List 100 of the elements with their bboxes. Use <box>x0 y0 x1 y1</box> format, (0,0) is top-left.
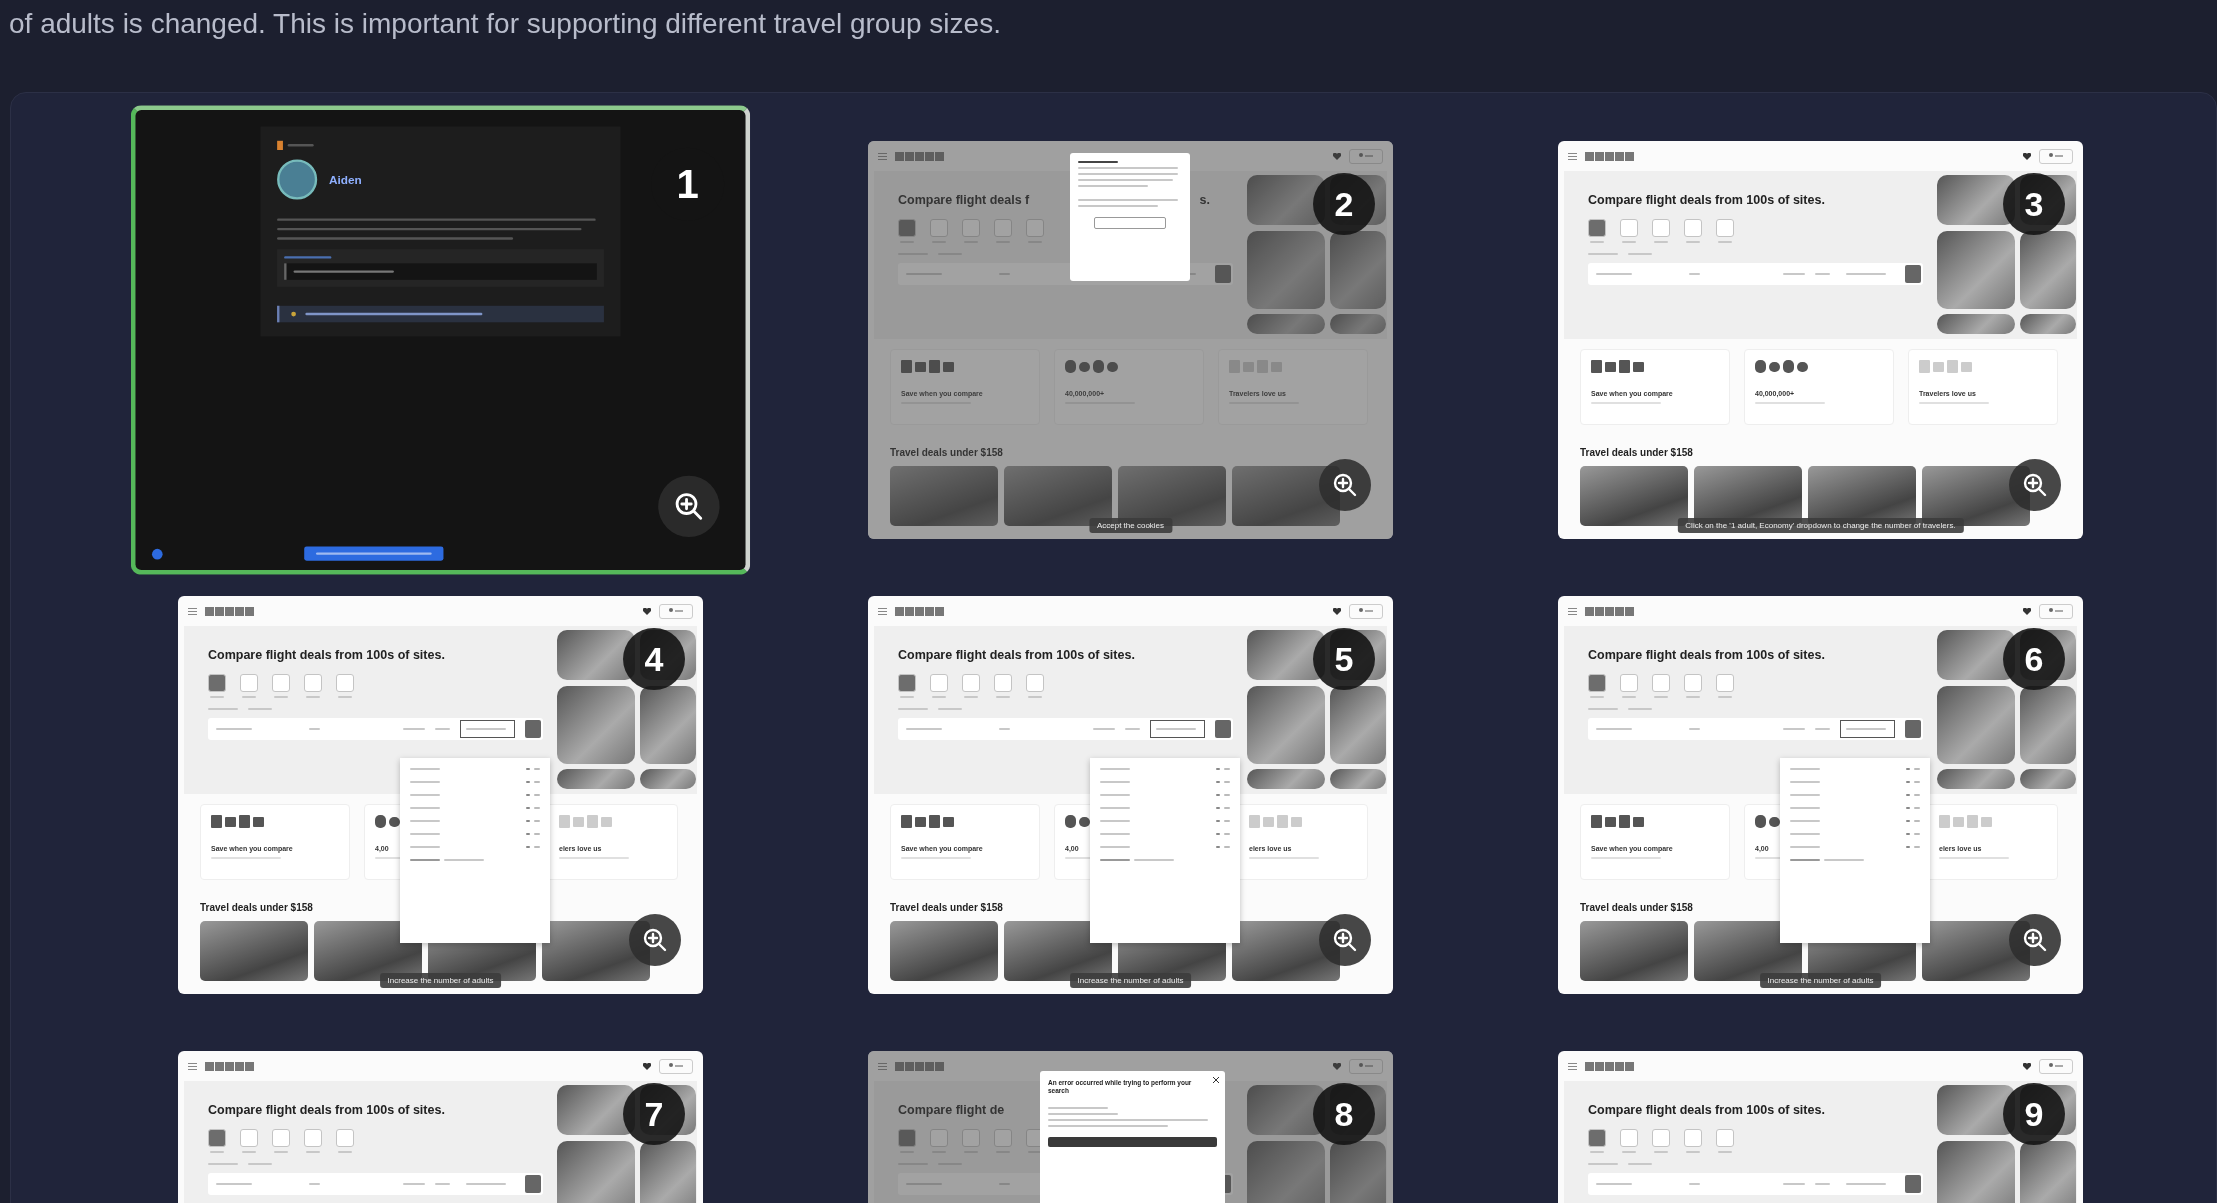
logo-icon <box>1585 151 1634 161</box>
search-form[interactable] <box>1588 1173 1923 1195</box>
account-button[interactable] <box>2039 148 2073 164</box>
menu-icon[interactable] <box>188 1062 197 1070</box>
headline: Compare flight deals from 100s of sites. <box>1588 193 1825 207</box>
zoom-in-icon <box>642 927 668 953</box>
category-tab[interactable] <box>1652 674 1670 692</box>
zoom-button[interactable] <box>1319 459 1371 511</box>
logo-icon <box>205 606 254 616</box>
user-name: Aiden <box>329 173 362 186</box>
url-field[interactable] <box>277 249 604 287</box>
menu-icon[interactable] <box>188 607 197 615</box>
search-form[interactable] <box>1588 263 1923 285</box>
section-title: Travel deals under $158 <box>1580 902 1694 913</box>
heart-icon[interactable] <box>1333 607 1341 615</box>
menu-icon[interactable] <box>1568 607 1577 615</box>
account-button[interactable] <box>659 1058 693 1074</box>
headline: Compare flight deals from 100s of sites. <box>1588 1103 1825 1117</box>
headline: Compare flight deals from 100s of sites. <box>208 1103 445 1117</box>
account-button[interactable] <box>1349 603 1383 619</box>
step-screenshot[interactable]: Aiden 1 <box>130 105 751 575</box>
category-tab[interactable] <box>304 674 322 692</box>
category-tab[interactable] <box>1716 1129 1734 1147</box>
category-tab[interactable] <box>1026 674 1044 692</box>
headline: Compare flight deals from 100s of sites. <box>898 648 1135 662</box>
logo-icon <box>1585 1061 1634 1071</box>
category-tab[interactable] <box>336 1129 354 1147</box>
category-tab[interactable] <box>962 674 980 692</box>
tooltip: Accept the cookies <box>1088 518 1173 533</box>
heart-icon[interactable] <box>2023 1062 2031 1070</box>
category-tab[interactable] <box>898 1129 916 1147</box>
dialog-button[interactable] <box>1048 1136 1217 1147</box>
account-button[interactable] <box>2039 603 2073 619</box>
search-form[interactable] <box>1588 718 1923 740</box>
logo-icon <box>277 140 283 150</box>
category-tab[interactable] <box>1652 1129 1670 1147</box>
tooltip: Increase the number of adults <box>1069 973 1192 988</box>
headline: Compare flight de <box>898 1103 1005 1117</box>
category-tab[interactable] <box>1684 1129 1702 1147</box>
category-tab[interactable] <box>1620 1129 1638 1147</box>
category-tab[interactable] <box>1588 1129 1606 1147</box>
menu-icon[interactable] <box>878 1062 887 1070</box>
headline: Compare flight deals from 100s of sites. <box>1588 648 1825 662</box>
category-tab[interactable] <box>1716 219 1734 237</box>
heart-icon[interactable] <box>643 1062 651 1070</box>
category-tab[interactable] <box>1652 219 1670 237</box>
category-tab[interactable] <box>272 1129 290 1147</box>
category-tab[interactable] <box>930 674 948 692</box>
menu-icon[interactable] <box>878 152 887 160</box>
heart-icon[interactable] <box>2023 607 2031 615</box>
account-button[interactable] <box>2039 1058 2073 1074</box>
user-icon <box>1358 153 1374 159</box>
tooltip: Click on the '1 adult, Economy' dropdown to change the number of travelers. <box>1677 518 1964 533</box>
zoom-button[interactable] <box>1319 914 1371 966</box>
search-form[interactable] <box>898 718 1233 740</box>
zoom-in-icon <box>2022 927 2048 953</box>
user-icon <box>668 1063 684 1069</box>
category-tab[interactable] <box>336 674 354 692</box>
search-form[interactable] <box>208 718 543 740</box>
menu-icon[interactable] <box>878 607 887 615</box>
category-tab[interactable] <box>1620 219 1638 237</box>
account-button[interactable] <box>659 603 693 619</box>
category-tab[interactable] <box>898 219 916 237</box>
category-tab[interactable] <box>208 1129 226 1147</box>
category-tab[interactable] <box>1716 674 1734 692</box>
category-tab[interactable] <box>1684 674 1702 692</box>
logo-icon <box>1585 606 1634 616</box>
zoom-button[interactable] <box>2009 459 2061 511</box>
category-tab[interactable] <box>1620 674 1638 692</box>
user-icon <box>2048 1063 2064 1069</box>
user-icon <box>2048 153 2064 159</box>
category-tab[interactable] <box>272 674 290 692</box>
category-tab[interactable] <box>304 1129 322 1147</box>
menu-icon[interactable] <box>1568 152 1577 160</box>
user-icon <box>2048 608 2064 614</box>
zoom-button[interactable] <box>2009 914 2061 966</box>
zoom-button[interactable] <box>629 914 681 966</box>
category-tab[interactable] <box>898 674 916 692</box>
category-tab[interactable] <box>208 674 226 692</box>
category-tab[interactable] <box>1684 219 1702 237</box>
step-screenshot[interactable]: Compare flight deals from 100s of sites. 9 <box>1558 1051 2083 1203</box>
heart-icon[interactable] <box>2023 152 2031 160</box>
category-tab[interactable] <box>1588 219 1606 237</box>
avatar <box>277 159 318 200</box>
search-form[interactable] <box>208 1173 543 1195</box>
account-button[interactable] <box>1349 1058 1383 1074</box>
account-button[interactable] <box>1349 148 1383 164</box>
test-description: of adults is changed. This is important for supporting different travel group sizes. <box>8 7 1002 41</box>
user-icon <box>1358 1063 1374 1069</box>
menu-icon[interactable] <box>1568 1062 1577 1070</box>
section-title: Travel deals under $158 <box>890 902 1004 913</box>
step-screenshot[interactable]: Compare flight deals from 100s of sites. 7 <box>178 1051 703 1203</box>
category-tab[interactable] <box>1588 674 1606 692</box>
start-button[interactable] <box>304 546 444 561</box>
category-tab[interactable] <box>240 674 258 692</box>
zoom-in-icon <box>1332 927 1358 953</box>
close-icon[interactable] <box>1213 1077 1219 1083</box>
category-tab[interactable] <box>994 674 1012 692</box>
category-tab[interactable] <box>240 1129 258 1147</box>
heart-icon[interactable] <box>643 607 651 615</box>
